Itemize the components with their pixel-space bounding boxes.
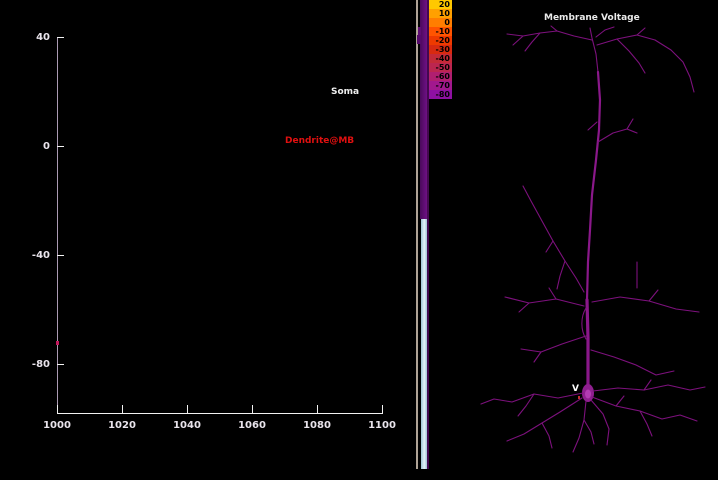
colorbar-band: -20: [429, 36, 452, 45]
y-tick-label: 40: [20, 32, 50, 43]
trace-start-point: [56, 341, 59, 345]
colorbar-band: 0: [429, 18, 452, 27]
soma: [582, 384, 594, 402]
colorbar-band: 10: [429, 9, 452, 18]
x-tick-label: 1000: [41, 420, 73, 431]
x-tick: [317, 405, 318, 413]
colorbar-band: -60: [429, 72, 452, 81]
colorbar-band: -50: [429, 63, 452, 72]
y-tick: [57, 37, 64, 38]
colorbar-band: -40: [429, 54, 452, 63]
x-tick: [252, 405, 253, 413]
x-tick-label: 1080: [301, 420, 333, 431]
x-tick: [57, 405, 58, 413]
x-axis-line: [57, 413, 383, 414]
y-tick: [57, 255, 64, 256]
y-tick: [57, 364, 64, 365]
x-tick: [122, 405, 123, 413]
oblique-dendrites: [505, 186, 699, 375]
basal-dendrites: [481, 380, 705, 452]
y-tick-label: -40: [20, 250, 50, 261]
y-tick: [57, 146, 64, 147]
scrollbar-notch: [417, 35, 421, 44]
legend-dendrite: Dendrite@MB: [285, 136, 354, 146]
probe-dot: [578, 396, 580, 399]
voltage-colorbar: 20100-10-20-30-40-50-60-70-80: [429, 0, 452, 99]
x-tick: [382, 405, 383, 413]
colorbar-band: -80: [429, 90, 452, 99]
x-tick-label: 1060: [236, 420, 268, 431]
colorbar-band: 20: [429, 0, 452, 9]
scrollbar-upper-thumb[interactable]: [420, 0, 427, 219]
colorbar-band: -70: [429, 81, 452, 90]
y-tick-label: 0: [20, 141, 50, 152]
voltage-probe-marker: V: [572, 385, 579, 394]
apical-tuft: [507, 26, 694, 92]
x-tick-label: 1040: [171, 420, 203, 431]
colorbar-band: -10: [429, 27, 452, 36]
apical-trunk: [582, 72, 637, 386]
colorbar-band: -30: [429, 45, 452, 54]
app-window: 40 0 -40 -80 1000 1020 1040 1060 1080 1100 Soma D…: [0, 0, 718, 480]
legend-soma: Soma: [331, 87, 359, 97]
y-axis-line: [57, 37, 58, 413]
x-tick: [187, 405, 188, 413]
y-tick-label: -80: [20, 359, 50, 370]
voltage-plot-panel: 40 0 -40 -80 1000 1020 1040 1060 1080 1100 Soma D…: [0, 0, 412, 480]
panel-divider-line: [416, 0, 418, 469]
scrollbar-notch: [418, 27, 421, 35]
x-tick-label: 1020: [106, 420, 138, 431]
x-tick-label: 1100: [366, 420, 398, 431]
view-title: Membrane Voltage: [544, 13, 640, 23]
